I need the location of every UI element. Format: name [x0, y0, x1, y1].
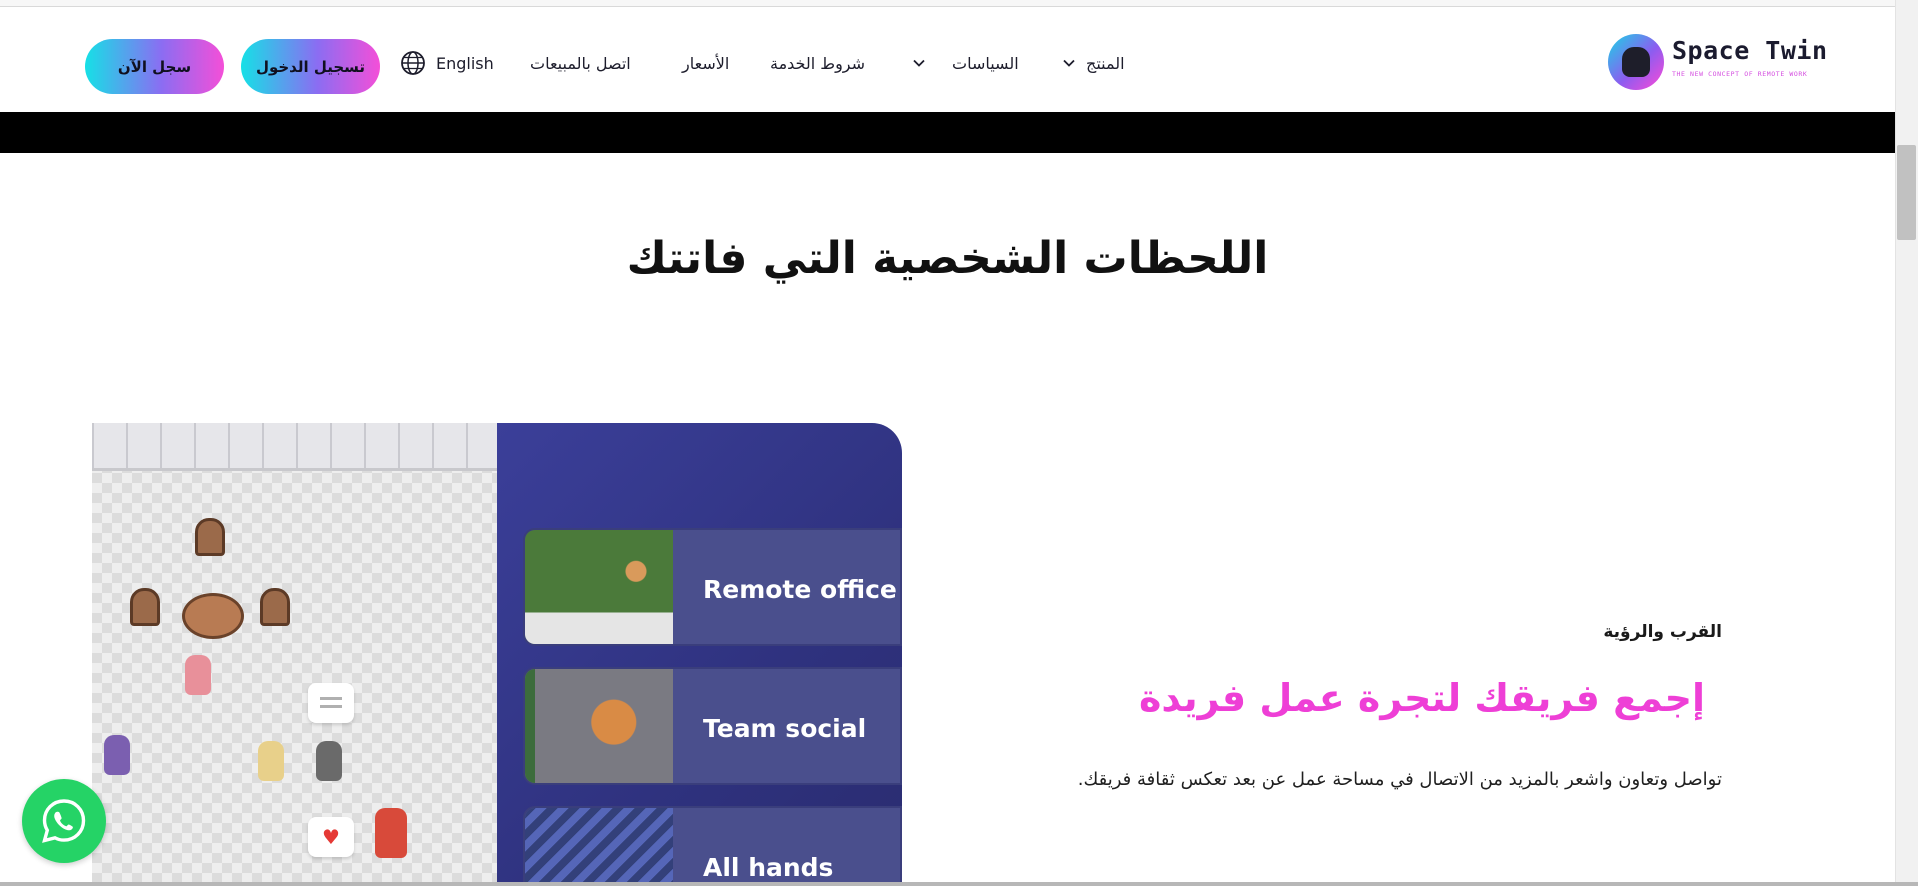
logo-tagline: THE NEW CONCEPT OF REMOTE WORK [1672, 70, 1808, 78]
section-eyebrow: القرب والرؤية [1603, 622, 1722, 642]
room-card-remote-office[interactable]: Remote office [523, 528, 902, 646]
whatsapp-button[interactable] [22, 779, 106, 863]
nav-contact-sales[interactable]: اتصل بالمبيعات [530, 46, 631, 80]
room-thumbnail [525, 669, 673, 783]
room-card-all-hands[interactable]: All hands [523, 806, 902, 886]
chat-bubble-icon [308, 683, 354, 723]
avatar [258, 741, 284, 781]
room-label: All hands [703, 852, 834, 882]
whatsapp-icon [42, 799, 86, 843]
round-table [182, 593, 244, 639]
nav-policies-label: السياسات [952, 53, 1019, 73]
window-bottom-edge [0, 882, 1918, 886]
nav-product[interactable]: المنتج [1062, 46, 1125, 80]
logo-face-icon [1622, 47, 1650, 77]
login-button[interactable]: تسجيل الدخول [241, 39, 380, 94]
chevron-down-icon [1063, 59, 1075, 67]
room-card-team-social[interactable]: Team social [523, 667, 902, 785]
pixel-room-canvas [92, 423, 497, 886]
chair [130, 588, 160, 626]
chair [195, 518, 225, 556]
pixel-room-wall [92, 423, 497, 471]
chair [260, 588, 290, 626]
product-illustration: ♥ Remote office Team social All hands [92, 423, 902, 886]
avatar [316, 741, 342, 781]
room-thumbnail [525, 808, 673, 886]
room-list-panel: Remote office Team social All hands [497, 423, 902, 886]
nav-terms-of-service[interactable]: شروط الخدمة [770, 46, 865, 80]
logo-badge [1608, 34, 1664, 90]
avatar [375, 808, 407, 858]
feature-heading: إجمع فريقك لتجرة عمل فريدة [1138, 676, 1705, 720]
avatar [104, 735, 130, 775]
browser-top-edge [0, 0, 1895, 7]
scrollbar-thumb[interactable] [1897, 145, 1916, 240]
avatar [185, 655, 211, 695]
room-label: Remote office [703, 574, 897, 604]
language-label: English [436, 53, 494, 73]
site-header: Space Twin THE NEW CONCEPT OF REMOTE WOR… [0, 8, 1895, 112]
globe-icon [401, 51, 425, 75]
site-logo[interactable]: Space Twin THE NEW CONCEPT OF REMOTE WOR… [1608, 28, 1827, 92]
feature-description: تواصل وتعاون واشعر بالمزيد من الاتصال في… [1077, 769, 1722, 790]
nav-policies[interactable]: السياسات [912, 46, 1019, 80]
page: Space Twin THE NEW CONCEPT OF REMOTE WOR… [0, 0, 1918, 886]
language-switcher[interactable]: English [400, 46, 494, 80]
page-scrollbar[interactable] [1895, 0, 1918, 886]
logo-name: Space Twin [1672, 36, 1828, 65]
nav-pricing[interactable]: الأسعار [682, 46, 729, 80]
nav-product-label: المنتج [1086, 53, 1125, 73]
signup-button[interactable]: سجل الآن [85, 39, 224, 94]
room-label: Team social [703, 713, 867, 743]
chevron-down-icon [913, 59, 925, 67]
room-thumbnail [525, 530, 673, 644]
heart-bubble-icon: ♥ [308, 817, 354, 857]
section-heading: اللحظات الشخصية التي فاتتك [626, 233, 1269, 284]
black-banner-strip [0, 112, 1895, 153]
